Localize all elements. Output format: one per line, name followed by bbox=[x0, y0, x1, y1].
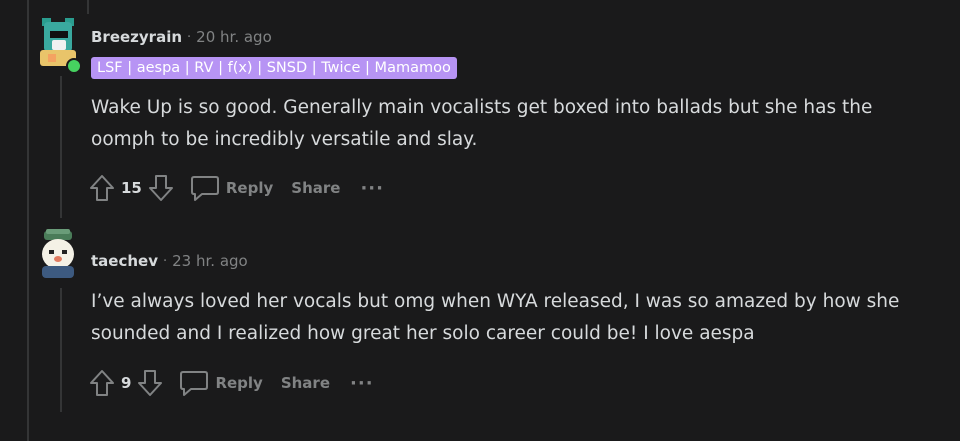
vote-count: 9 bbox=[121, 374, 132, 392]
user-flair: LSF | aespa | RV | f(x) | SNSD | Twice |… bbox=[91, 57, 457, 79]
comment-bubble-icon bbox=[179, 369, 209, 397]
avatar[interactable] bbox=[36, 16, 80, 66]
comment-body-line: I’ve always loved her vocals but omg whe… bbox=[91, 291, 900, 312]
comment-body: I’ve always loved her vocals but omg whe… bbox=[91, 286, 899, 350]
comment-actions: 9 Reply Share ··· bbox=[89, 367, 374, 399]
upvote-icon[interactable] bbox=[89, 174, 115, 202]
username[interactable]: Breezyrain bbox=[91, 28, 182, 46]
timestamp[interactable]: 23 hr. ago bbox=[172, 252, 248, 270]
reply-label: Reply bbox=[215, 374, 263, 392]
reply-button[interactable]: Reply bbox=[190, 174, 273, 202]
downvote-icon[interactable] bbox=[148, 174, 174, 202]
username[interactable]: taechev bbox=[91, 252, 158, 270]
comment-body-line: sounded and I realized how great her sol… bbox=[91, 323, 755, 344]
reply-label: Reply bbox=[225, 179, 274, 197]
reply-button[interactable]: Reply bbox=[179, 369, 263, 397]
comment-body: Wake Up is so good. Generally main vocal… bbox=[91, 92, 872, 156]
comment-body-line: Wake Up is so good. Generally main vocal… bbox=[91, 97, 873, 118]
comment-meta: taechev · 23 hr. ago bbox=[91, 252, 248, 270]
vote-count: 15 bbox=[121, 179, 142, 197]
thread-line-comment-1[interactable] bbox=[60, 76, 62, 218]
thread-line-outer[interactable] bbox=[27, 0, 29, 441]
meta-separator: · bbox=[187, 29, 192, 45]
comment-bubble-icon bbox=[190, 174, 220, 202]
downvote-icon[interactable] bbox=[137, 369, 163, 397]
comment-meta: Breezyrain · 20 hr. ago bbox=[91, 28, 272, 46]
avatar[interactable] bbox=[36, 228, 80, 278]
thread-line-comment-2[interactable] bbox=[60, 288, 62, 412]
more-icon[interactable]: ··· bbox=[360, 178, 384, 199]
meta-separator: · bbox=[163, 253, 168, 269]
more-icon[interactable]: ··· bbox=[350, 373, 374, 394]
thread-line-top[interactable] bbox=[87, 0, 89, 14]
comment-body-line: oomph to be incredibly versatile and sla… bbox=[91, 129, 478, 150]
avatar-image bbox=[42, 229, 74, 278]
comment-actions: 15 Reply Share ··· bbox=[89, 172, 384, 204]
share-button[interactable]: Share bbox=[281, 374, 330, 392]
online-status-indicator bbox=[66, 58, 82, 74]
share-button[interactable]: Share bbox=[291, 179, 340, 197]
timestamp[interactable]: 20 hr. ago bbox=[196, 28, 272, 46]
upvote-icon[interactable] bbox=[89, 369, 115, 397]
